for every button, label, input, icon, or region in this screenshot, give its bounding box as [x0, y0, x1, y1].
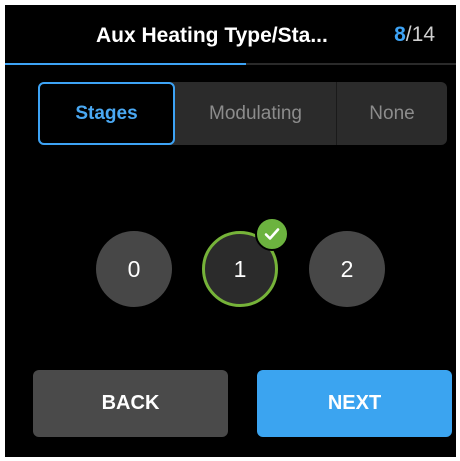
back-button[interactable]: BACK: [33, 370, 228, 437]
checkmark-glyph: [264, 228, 280, 240]
segment-none[interactable]: None: [337, 82, 447, 145]
stage-option-2[interactable]: 2: [309, 231, 385, 307]
step-current: 8: [394, 23, 406, 46]
next-button[interactable]: NEXT: [257, 370, 452, 437]
stage-option-0[interactable]: 0: [96, 231, 172, 307]
page-title: Aux Heating Type/Sta...: [96, 24, 328, 47]
step-counter: 8/14: [394, 23, 435, 47]
progress-bar: [5, 63, 456, 65]
checkmark-icon: [255, 217, 289, 251]
thermostat-screen: Aux Heating Type/Sta... 8/14 Stages Modu…: [5, 5, 456, 457]
segment-stages[interactable]: Stages: [38, 82, 175, 145]
step-total: 14: [411, 23, 435, 46]
progress-fill: [5, 63, 247, 65]
header: Aux Heating Type/Sta... 8/14: [5, 5, 456, 63]
segment-modulating[interactable]: Modulating: [175, 82, 337, 145]
aux-type-segmented-control: Stages Modulating None: [38, 82, 447, 145]
